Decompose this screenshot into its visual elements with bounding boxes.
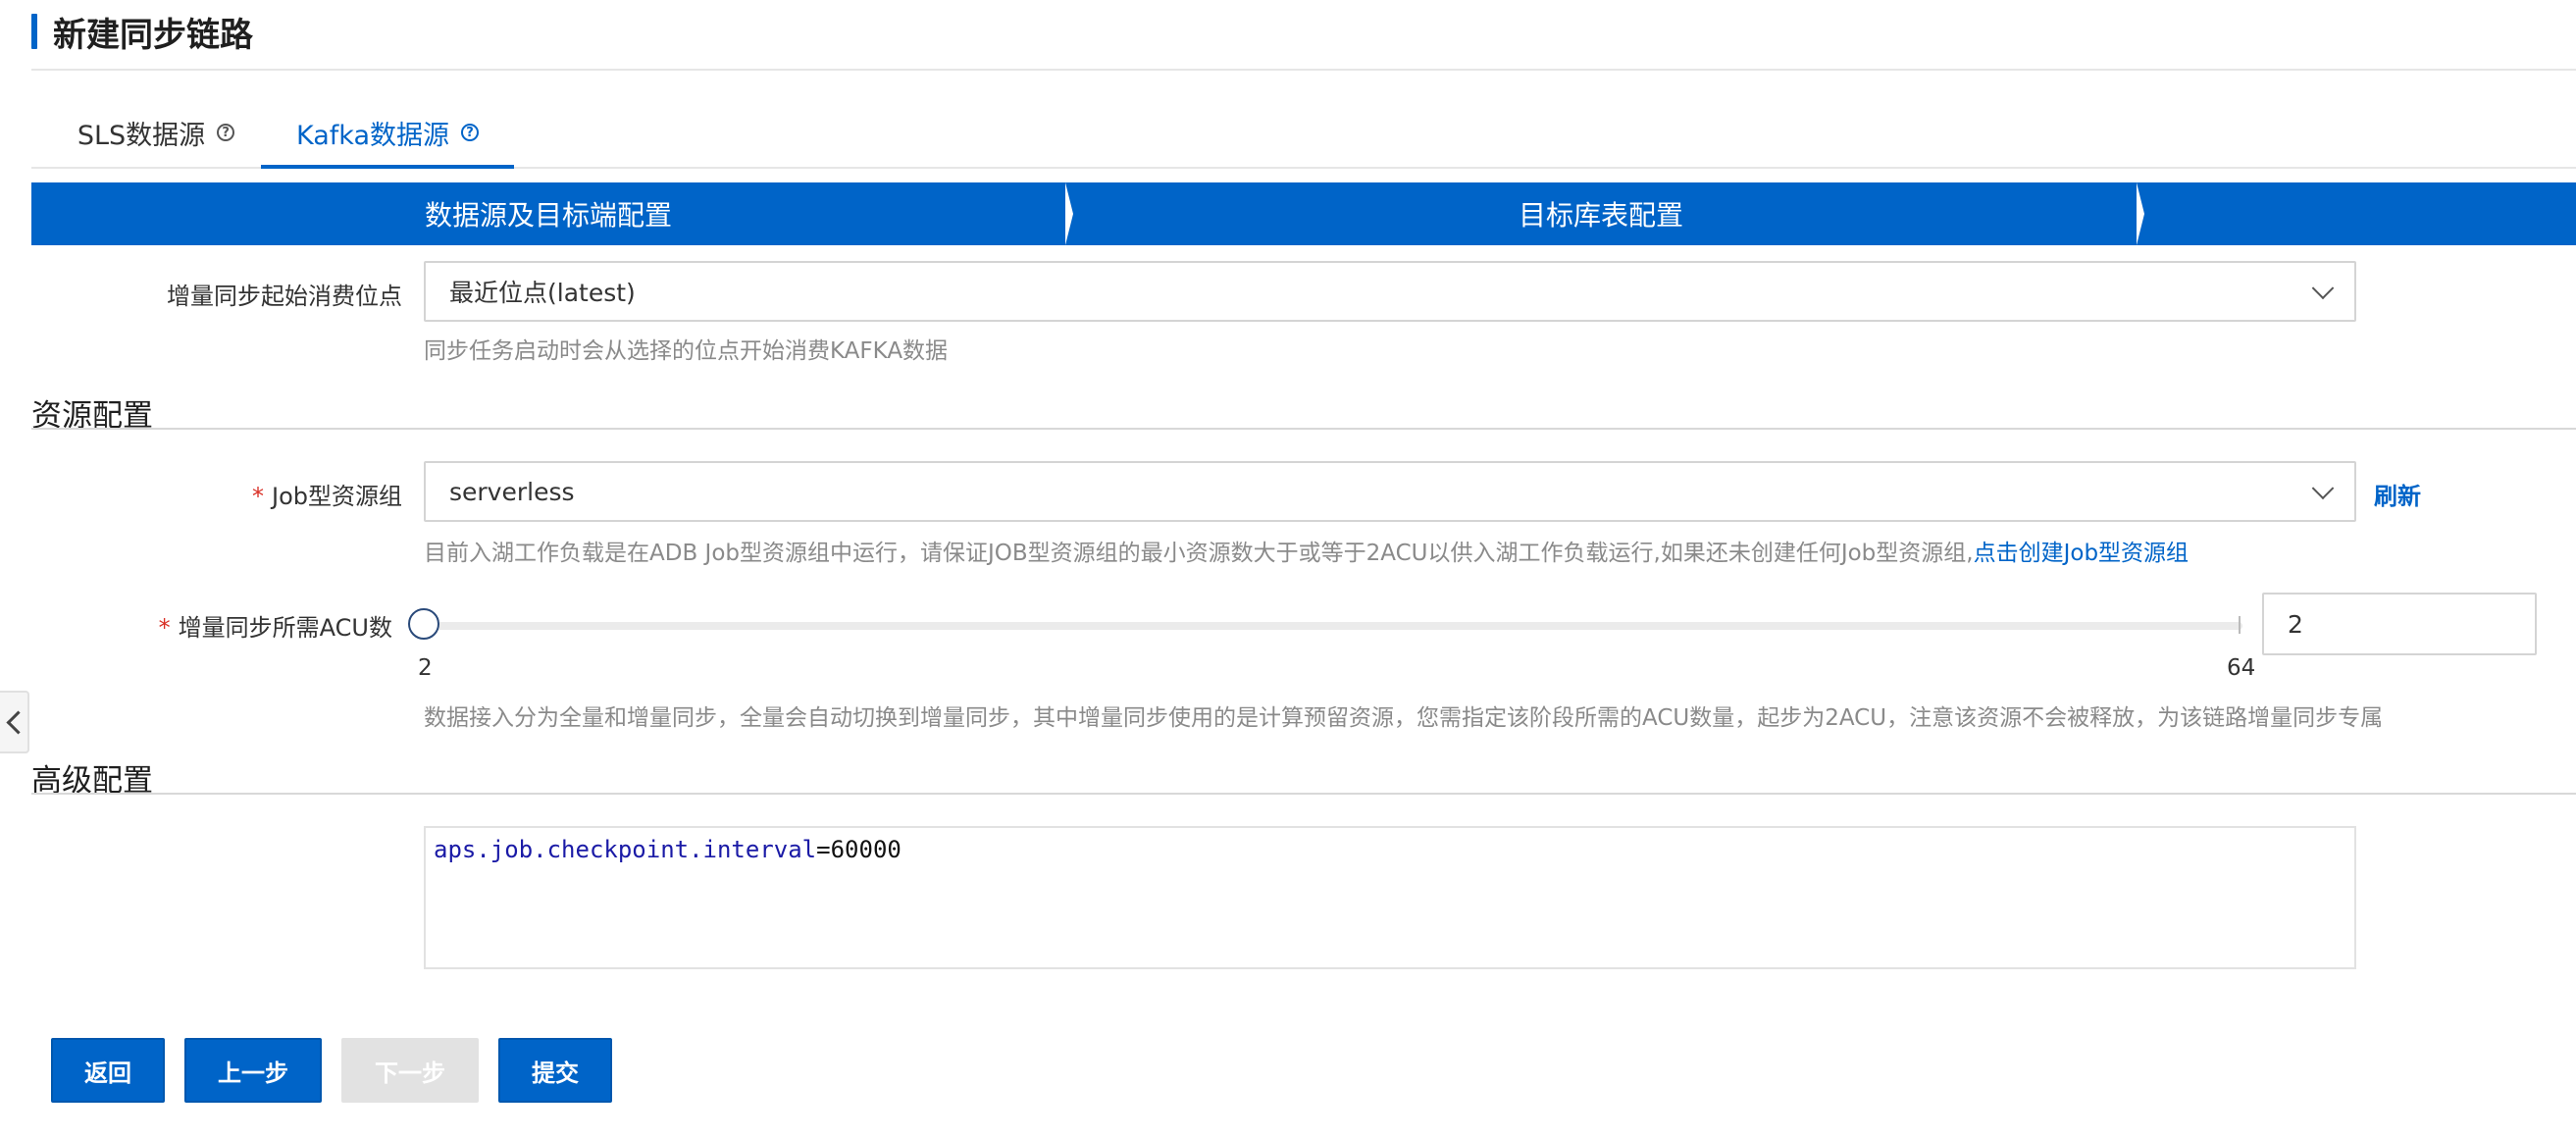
offset-select-value: 最近位点(latest): [449, 279, 636, 307]
slider-max-label: 64: [2227, 655, 2256, 681]
acu-hint: 数据接入分为全量和增量同步，全量会自动切换到增量同步，其中增量同步使用的是计算预…: [424, 705, 2384, 731]
offset-label: 增量同步起始消费位点: [167, 283, 402, 310]
job-group-select[interactable]: serverless: [424, 461, 2356, 522]
tab-label: Kafka数据源: [296, 120, 449, 151]
create-job-group-link[interactable]: 点击创建Job型资源组: [1974, 541, 2189, 566]
refresh-link[interactable]: 刷新: [2374, 477, 2421, 511]
page-title: 新建同步链路: [53, 15, 253, 55]
step-target-table-config: 目标库表配置: [1065, 182, 2137, 245]
next-step-button[interactable]: 下一步: [341, 1038, 479, 1103]
advanced-config-editor[interactable]: aps.job.checkpoint.interval=60000: [424, 826, 2356, 969]
chevron-down-icon: [2311, 477, 2335, 500]
header-divider: [31, 69, 2576, 71]
page: 新建同步链路 SLS数据源 ? Kafka数据源 ? 数据源及目标端配置 目标库…: [0, 0, 2576, 1138]
step-bar: 数据源及目标端配置 目标库表配置: [31, 182, 2576, 245]
step-label: 目标库表配置: [1518, 199, 1683, 232]
source-tabs: SLS数据源 ? Kafka数据源 ?: [31, 98, 2576, 169]
step-separator: [2137, 182, 2144, 245]
slider-end-tick: [2239, 616, 2241, 634]
acu-input-value: 2: [2288, 609, 2303, 639]
step-third: [2137, 182, 2576, 245]
chevron-down-icon: [2311, 277, 2335, 300]
offset-select[interactable]: 最近位点(latest): [424, 261, 2356, 322]
acu-label-text: 增量同步所需ACU数: [178, 614, 392, 642]
tab-label: SLS数据源: [77, 120, 206, 151]
prev-step-button[interactable]: 上一步: [184, 1038, 322, 1103]
slider-min-label: 2: [418, 655, 433, 681]
job-group-hint-text: 目前入湖工作负载是在ADB Job型资源组中运行，请保证JOB型资源组的最小资源…: [424, 541, 1974, 566]
config-equals: =: [816, 836, 831, 863]
title-accent-bar: [31, 14, 37, 49]
sidebar-collapse-toggle[interactable]: [0, 691, 30, 753]
required-mark: *: [158, 614, 171, 642]
required-mark: *: [252, 483, 264, 510]
section-divider: [31, 793, 2576, 795]
step-separator: [1065, 182, 1073, 245]
help-icon[interactable]: ?: [217, 124, 235, 141]
acu-label: * 增量同步所需ACU数: [20, 608, 392, 643]
acu-slider-handle[interactable]: [408, 608, 439, 640]
step-label: 数据源及目标端配置: [424, 199, 672, 232]
tab-sls-source[interactable]: SLS数据源 ?: [63, 98, 249, 167]
chevron-left-icon: [6, 710, 30, 735]
step-source-target-config: 数据源及目标端配置: [31, 182, 1065, 245]
back-button[interactable]: 返回: [51, 1038, 165, 1103]
section-divider: [31, 428, 2576, 430]
job-group-hint: 目前入湖工作负载是在ADB Job型资源组中运行，请保证JOB型资源组的最小资源…: [424, 534, 2189, 567]
acu-slider-track[interactable]: [424, 622, 2242, 630]
header: 新建同步链路: [31, 12, 253, 55]
offset-hint: 同步任务启动时会从选择的位点开始消费KAFKA数据: [424, 338, 949, 364]
tab-kafka-source[interactable]: Kafka数据源 ?: [261, 98, 514, 169]
config-value: 60000: [830, 836, 902, 863]
help-icon[interactable]: ?: [461, 124, 479, 141]
config-key: aps.job.checkpoint.interval: [434, 836, 817, 863]
acu-number-input[interactable]: 2: [2262, 593, 2537, 655]
job-group-label: * Job型资源组: [29, 477, 402, 511]
submit-button[interactable]: 提交: [498, 1038, 612, 1103]
job-group-label-text: Job型资源组: [272, 483, 402, 510]
job-group-select-value: serverless: [449, 477, 575, 506]
